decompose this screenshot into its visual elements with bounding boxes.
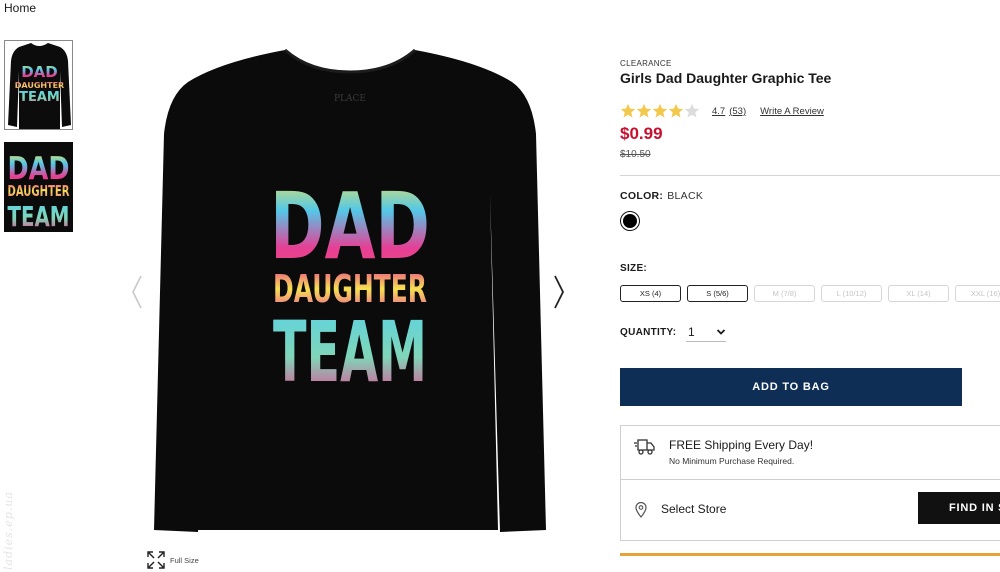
next-image-button[interactable] bbox=[550, 272, 568, 312]
shirt-text-dad: DAD bbox=[270, 173, 430, 280]
divider bbox=[620, 175, 1000, 176]
thumbnail-graphic[interactable]: DAD DAUGHTER TEAM bbox=[4, 142, 73, 232]
size-option-xl[interactable]: XL (14) bbox=[888, 285, 949, 302]
thumbnail-text-dad: DAD bbox=[21, 63, 58, 81]
rating-value[interactable]: 4.7 bbox=[712, 106, 725, 117]
size-option-xxl[interactable]: XXL (16) bbox=[955, 285, 1000, 302]
graphic-text-team: TEAM bbox=[8, 200, 70, 232]
thumbnail-shirt[interactable]: DAD DAUGHTER TEAM bbox=[4, 40, 73, 130]
main-product-image: PLACE DAD DAUGHTER TEAM bbox=[150, 44, 550, 536]
color-swatch-black[interactable] bbox=[620, 211, 640, 231]
star-icon bbox=[620, 103, 700, 118]
rating-stars[interactable] bbox=[620, 103, 700, 119]
expand-icon bbox=[147, 551, 165, 569]
chevron-left-icon bbox=[132, 275, 142, 309]
rating-count[interactable]: (53) bbox=[729, 106, 746, 117]
breadcrumb-home-link[interactable]: Home bbox=[4, 1, 36, 15]
watermark: ladies.ep.ua bbox=[2, 491, 15, 570]
thumbnail-text-daughter: DAUGHTER bbox=[15, 81, 64, 90]
color-label-text: COLOR: bbox=[620, 190, 664, 202]
quantity-value: 1 bbox=[688, 325, 695, 339]
store-row: Select Store FIND IN STORE bbox=[621, 480, 1000, 542]
free-shipping-subtitle: No Minimum Purchase Required. bbox=[669, 456, 795, 466]
graphic-text-daughter: DAUGHTER bbox=[8, 182, 70, 200]
chevron-right-icon bbox=[554, 275, 565, 309]
shipping-box: FREE Shipping Every Day! No Minimum Purc… bbox=[620, 425, 1000, 541]
size-option-xs[interactable]: XS (4) bbox=[620, 285, 681, 302]
chevron-down-icon bbox=[716, 329, 726, 335]
shirt-text-team: TEAM bbox=[273, 303, 427, 401]
sale-price: $0.99 bbox=[620, 124, 663, 143]
size-label: SIZE: bbox=[620, 263, 648, 274]
size-options: XS (4) S (5/6) M (7/8) L (10/12) XL (14)… bbox=[620, 285, 1000, 302]
breadcrumb[interactable]: Home bbox=[4, 1, 36, 15]
write-review-link[interactable]: Write A Review bbox=[760, 106, 824, 117]
original-price: $10.50 bbox=[620, 149, 651, 160]
rating-row: 4.7 (53) Write A Review bbox=[620, 103, 824, 119]
size-option-l[interactable]: L (10/12) bbox=[821, 285, 882, 302]
free-shipping-title: FREE Shipping Every Day! bbox=[669, 438, 814, 452]
size-option-m[interactable]: M (7/8) bbox=[754, 285, 815, 302]
find-in-store-button[interactable]: FIND IN STORE bbox=[918, 492, 1000, 524]
neck-label: PLACE bbox=[334, 94, 366, 104]
clearance-tag: CLEARANCE bbox=[620, 59, 672, 68]
product-title: Girls Dad Daughter Graphic Tee bbox=[620, 70, 832, 86]
color-value: BLACK bbox=[667, 190, 704, 202]
free-shipping-row: FREE Shipping Every Day! No Minimum Purc… bbox=[621, 426, 1000, 480]
add-to-bag-button[interactable]: ADD TO BAG bbox=[620, 368, 962, 406]
full-size-button[interactable]: Full Size bbox=[146, 550, 199, 570]
quantity-select[interactable]: 1 bbox=[686, 323, 726, 342]
size-option-s[interactable]: S (5/6) bbox=[687, 285, 748, 302]
map-pin-icon bbox=[635, 502, 647, 518]
thumbnail-text-team: TEAM bbox=[19, 90, 60, 105]
truck-icon bbox=[634, 439, 655, 455]
previous-image-button[interactable] bbox=[128, 272, 146, 312]
full-size-label: Full Size bbox=[170, 555, 199, 565]
color-label: COLOR: BLACK bbox=[620, 190, 703, 202]
quantity-label: QUANTITY: bbox=[620, 327, 677, 338]
accent-bar bbox=[620, 553, 1000, 556]
select-store-link[interactable]: Select Store bbox=[661, 502, 726, 516]
